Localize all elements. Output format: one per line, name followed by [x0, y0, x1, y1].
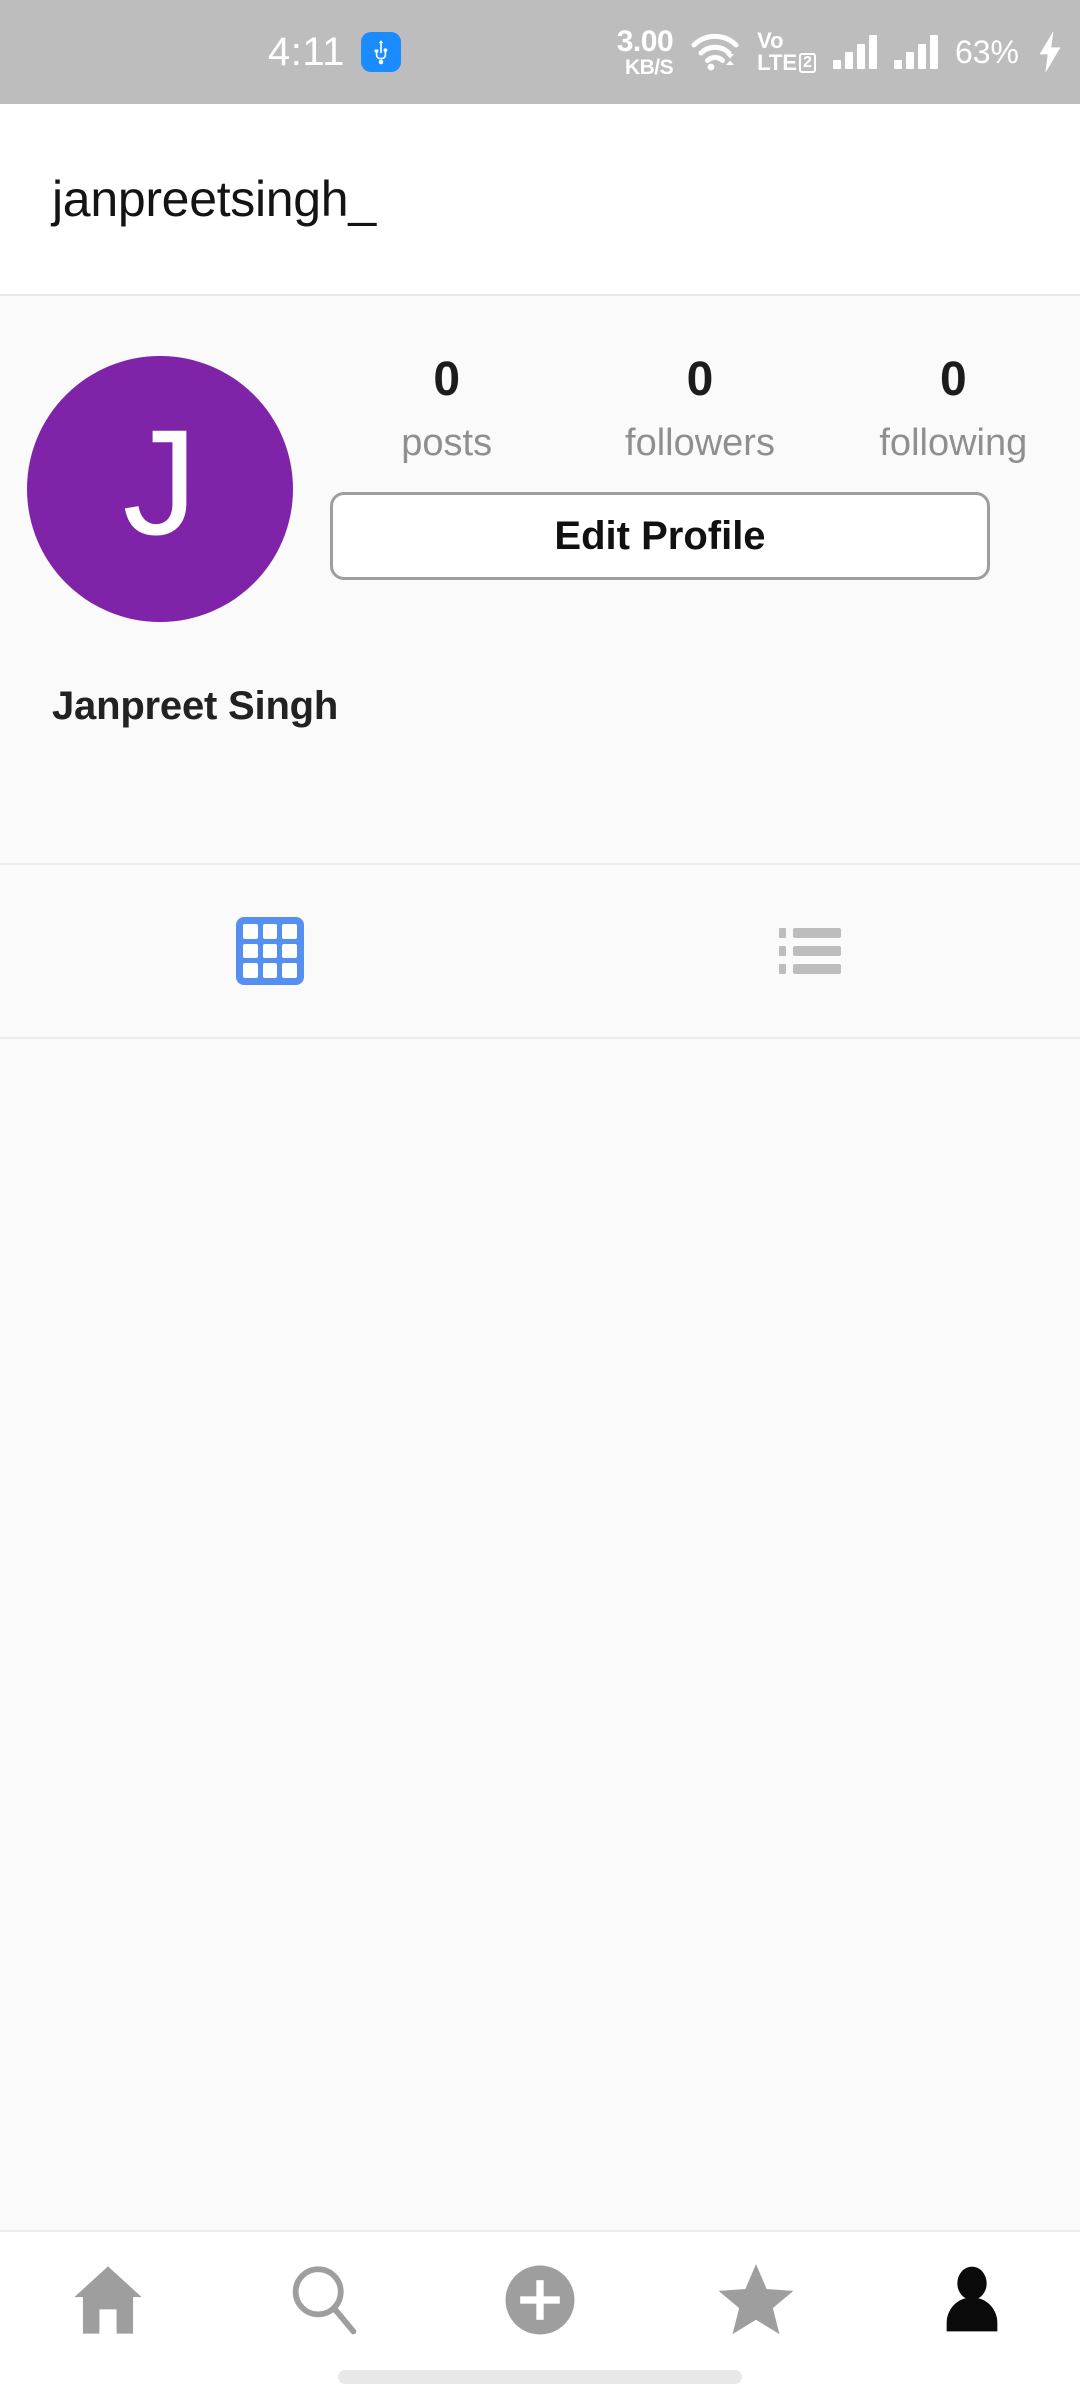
- edit-profile-container: Edit Profile: [320, 492, 1080, 580]
- network-speed-value: 3.00: [616, 24, 674, 58]
- status-bar-right-cluster: 3.00 KB/S Vo LTE 2 63%: [616, 24, 1064, 79]
- nav-item-create[interactable]: [432, 2254, 648, 2350]
- stat-posts-label: posts: [401, 422, 493, 464]
- profile-display-name: Janpreet Singh: [52, 684, 339, 728]
- page-title: janpreetsingh_: [52, 171, 376, 227]
- home-icon: [65, 2257, 151, 2348]
- volte-label-bottom: LTE: [757, 50, 798, 75]
- volte-sim-number: 2: [799, 53, 816, 73]
- status-bar: 4:11 3.00 KB/S Vo LTE 2 63%: [0, 0, 1080, 104]
- profile-header: J 0 posts 0 followers 0 following Edit P…: [0, 296, 1080, 622]
- tab-grid[interactable]: [0, 865, 540, 1037]
- posts-grid-empty-area: [0, 1039, 1080, 2129]
- status-bar-left-cluster: 4:11: [268, 30, 401, 75]
- stat-posts[interactable]: 0 posts: [320, 353, 573, 464]
- charging-bolt-icon: [1036, 31, 1064, 73]
- stat-followers-label: followers: [625, 422, 775, 464]
- stat-followers[interactable]: 0 followers: [573, 353, 826, 464]
- plus-circle-icon: [496, 2256, 584, 2349]
- tab-list[interactable]: [540, 865, 1080, 1037]
- edit-profile-button[interactable]: Edit Profile: [330, 492, 990, 580]
- battery-percentage: 63%: [954, 33, 1019, 70]
- bottom-navigation-bar: [0, 2230, 1080, 2400]
- avatar[interactable]: J: [27, 356, 293, 622]
- nav-item-search[interactable]: [216, 2254, 432, 2350]
- nav-item-profile[interactable]: [864, 2254, 1080, 2350]
- grid-icon: [236, 917, 304, 985]
- profile-section: J 0 posts 0 followers 0 following Edit P…: [0, 296, 1080, 729]
- usb-icon: [360, 32, 401, 72]
- profile-stats: 0 posts 0 followers 0 following: [320, 353, 1080, 464]
- volte-label-top: Vo: [757, 28, 784, 53]
- stat-following[interactable]: 0 following: [827, 353, 1080, 464]
- gesture-navigation-bar[interactable]: [338, 2370, 742, 2384]
- profile-details: 0 posts 0 followers 0 following Edit Pro…: [320, 356, 1080, 622]
- nav-item-activity[interactable]: [648, 2254, 864, 2350]
- profile-tab-bar: [0, 863, 1080, 1039]
- title-bar: janpreetsingh_: [0, 104, 1080, 296]
- search-icon: [283, 2259, 365, 2346]
- stat-followers-count: 0: [686, 353, 714, 406]
- status-bar-clock: 4:11: [268, 29, 345, 74]
- cellular-signal-icon: [893, 35, 938, 69]
- wifi-icon: [690, 32, 740, 72]
- star-icon: [712, 2256, 800, 2349]
- stat-following-label: following: [879, 422, 1028, 464]
- cellular-signal-icon: [832, 35, 877, 69]
- volte-indicator: Vo LTE 2: [757, 30, 816, 74]
- stat-posts-count: 0: [433, 353, 461, 406]
- nav-item-home[interactable]: [0, 2254, 216, 2350]
- avatar-initial: J: [122, 398, 198, 566]
- stat-following-count: 0: [939, 353, 967, 406]
- list-icon: [779, 928, 841, 974]
- avatar-container: J: [0, 356, 320, 622]
- network-speed-unit: KB/S: [624, 55, 674, 79]
- person-icon: [932, 2260, 1012, 2345]
- network-speed-indicator: 3.00 KB/S: [616, 24, 674, 79]
